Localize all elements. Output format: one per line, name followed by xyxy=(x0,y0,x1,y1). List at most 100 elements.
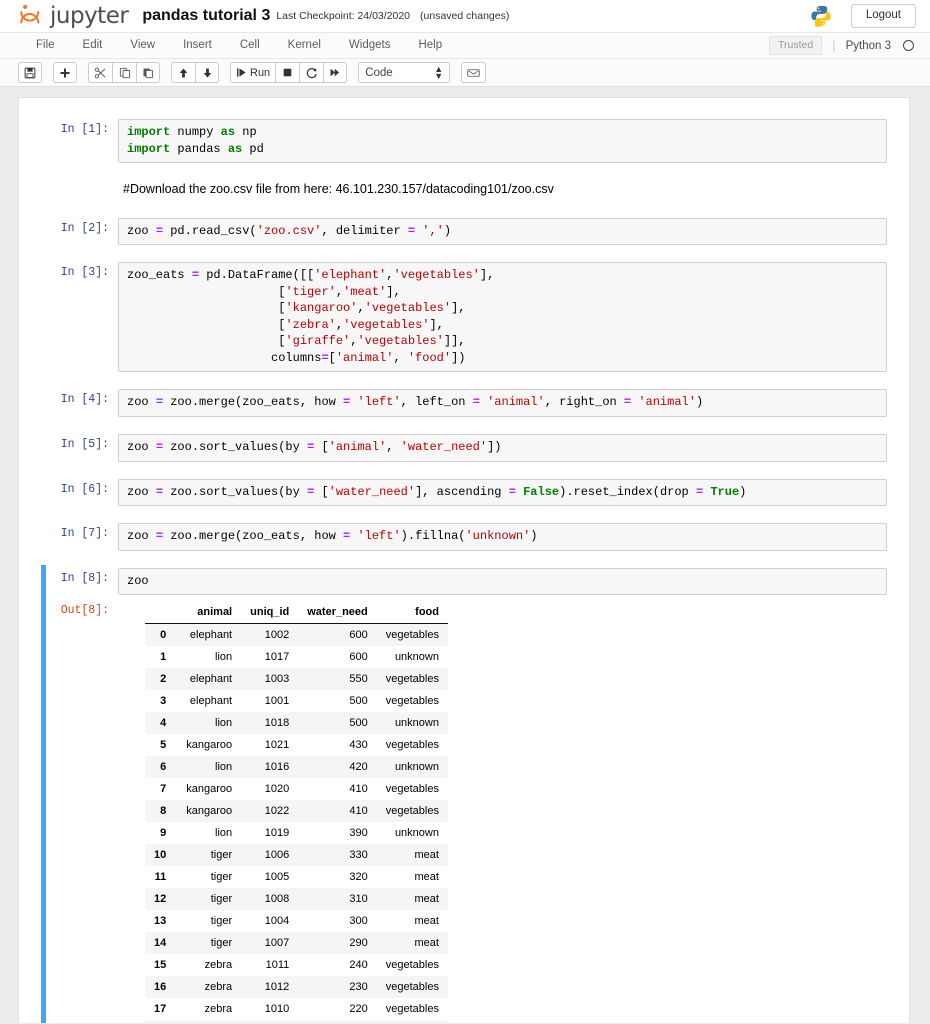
dataframe-col-food: food xyxy=(377,602,448,624)
table-row: 15zebra1011240vegetables xyxy=(145,954,448,976)
code-cell-6[interactable]: In [6]: zoo = zoo.sort_values(by = ['wat… xyxy=(41,476,887,510)
jupyter-logo-link[interactable]: jupyter xyxy=(18,3,128,29)
cell-water-need: 310 xyxy=(298,888,377,910)
cell-animal: lion xyxy=(177,712,241,734)
cell-type-select[interactable]: Code ▲▼ xyxy=(358,62,450,83)
cell-uniq-id: 1019 xyxy=(241,822,298,844)
interrupt-kernel-button[interactable] xyxy=(275,62,299,83)
output-body: animal uniq_id water_need food 0elephant… xyxy=(118,600,887,1023)
cell-food: meat xyxy=(377,910,448,932)
cell-water-need: 500 xyxy=(298,690,377,712)
cell-food: meat xyxy=(377,932,448,954)
cell-uniq-id: 1001 xyxy=(241,690,298,712)
code-cell-3[interactable]: In [3]: zoo_eats = pd.DataFrame([['eleph… xyxy=(41,259,887,375)
code-cell-5[interactable]: In [5]: zoo = zoo.sort_values(by = ['ani… xyxy=(41,431,887,465)
cell-food: vegetables xyxy=(377,624,448,647)
table-row: 14tiger1007290meat xyxy=(145,932,448,954)
table-row: 4lion1018500unknown xyxy=(145,712,448,734)
row-index: 12 xyxy=(145,888,177,910)
save-button[interactable] xyxy=(18,62,42,83)
code-cell-2[interactable]: In [2]: zoo = pd.read_csv('zoo.csv', del… xyxy=(41,215,887,249)
input-prompt-3: In [3]: xyxy=(46,262,118,279)
cell-water-need: 300 xyxy=(298,910,377,932)
cell-water-need: 600 xyxy=(298,624,377,647)
code-editor-3[interactable]: zoo_eats = pd.DataFrame([['elephant','ve… xyxy=(118,262,887,372)
code-editor-5[interactable]: zoo = zoo.sort_values(by = ['animal', 'w… xyxy=(118,434,887,462)
table-row: 3elephant1001500vegetables xyxy=(145,690,448,712)
row-index: 10 xyxy=(145,844,177,866)
notebook-toolbar: Run Code ▲▼ xyxy=(0,59,930,87)
menu-file[interactable]: File xyxy=(22,35,69,57)
row-index: 4 xyxy=(145,712,177,734)
kernel-idle-circle-icon[interactable] xyxy=(903,40,914,51)
code-editor-4[interactable]: zoo = zoo.merge(zoo_eats, how = 'left', … xyxy=(118,389,887,417)
menu-insert[interactable]: Insert xyxy=(169,35,226,57)
cell-water-need: 420 xyxy=(298,756,377,778)
move-cell-up-button[interactable] xyxy=(171,62,195,83)
app-header: jupyter pandas tutorial 3 Last Checkpoin… xyxy=(0,0,930,32)
code-cell-7[interactable]: In [7]: zoo = zoo.merge(zoo_eats, how = … xyxy=(41,520,887,554)
keyboard-icon xyxy=(467,68,480,78)
code-editor-8[interactable]: zoo xyxy=(118,568,887,596)
dataframe-col-animal: animal xyxy=(177,602,241,624)
cell-animal: tiger xyxy=(177,932,241,954)
menu-view[interactable]: View xyxy=(116,35,169,57)
markdown-text: #Download the zoo.csv file from here: 46… xyxy=(118,181,887,199)
code-cell-8[interactable]: In [8]: zoo xyxy=(41,565,887,599)
cell-uniq-id: 1022 xyxy=(241,800,298,822)
open-command-palette-button[interactable] xyxy=(461,62,486,83)
cell-food: vegetables xyxy=(377,668,448,690)
cell-uniq-id: 1006 xyxy=(241,844,298,866)
cell-water-need: 320 xyxy=(298,866,377,888)
menubar-status-group: Trusted | Python 3 xyxy=(769,36,920,55)
cell-water-need: 500 xyxy=(298,712,377,734)
notebook-title[interactable]: pandas tutorial 3 xyxy=(142,7,270,25)
cell-uniq-id: 1020 xyxy=(241,778,298,800)
last-checkpoint-label: Last Checkpoint: 24/03/2020 xyxy=(276,10,410,22)
logout-button[interactable]: Logout xyxy=(851,4,916,28)
trusted-badge[interactable]: Trusted xyxy=(769,36,822,55)
cut-cells-button[interactable] xyxy=(88,62,112,83)
fast-forward-icon xyxy=(329,67,341,78)
paste-cells-button[interactable] xyxy=(136,62,160,83)
code-text-8: zoo xyxy=(127,573,878,590)
code-text-5: zoo = zoo.sort_values(by = ['animal', 'w… xyxy=(127,439,878,456)
code-cell-4[interactable]: In [4]: zoo = zoo.merge(zoo_eats, how = … xyxy=(41,386,887,420)
cell-water-need: 240 xyxy=(298,954,377,976)
menu-help[interactable]: Help xyxy=(404,35,456,57)
row-index: 15 xyxy=(145,954,177,976)
move-cell-down-button[interactable] xyxy=(195,62,219,83)
cell-animal: elephant xyxy=(177,668,241,690)
input-prompt-5: In [5]: xyxy=(46,434,118,451)
cell-water-need: 290 xyxy=(298,932,377,954)
code-editor-2[interactable]: zoo = pd.read_csv('zoo.csv', delimiter =… xyxy=(118,218,887,246)
cell-animal: elephant xyxy=(177,624,241,647)
menu-edit[interactable]: Edit xyxy=(69,35,117,57)
table-row: 13tiger1004300meat xyxy=(145,910,448,932)
menu-widgets[interactable]: Widgets xyxy=(335,35,405,57)
row-index: 9 xyxy=(145,822,177,844)
menu-kernel[interactable]: Kernel xyxy=(274,35,335,57)
code-cell-1[interactable]: In [1]: import numpy as np import pandas… xyxy=(41,116,887,166)
markdown-cell-1[interactable]: #Download the zoo.csv file from here: 46… xyxy=(41,177,887,203)
cell-animal: zebra xyxy=(177,998,241,1020)
cell-water-need: 550 xyxy=(298,668,377,690)
code-editor-7[interactable]: zoo = zoo.merge(zoo_eats, how = 'left').… xyxy=(118,523,887,551)
code-text-1: import numpy as np import pandas as pd xyxy=(127,124,878,157)
header-right-group: Logout xyxy=(809,4,916,28)
code-editor-6[interactable]: zoo = zoo.sort_values(by = ['water_need'… xyxy=(118,479,887,507)
input-prompt-6: In [6]: xyxy=(46,479,118,496)
restart-kernel-button[interactable] xyxy=(299,62,323,83)
notebook-page-wrapper: In [1]: import numpy as np import pandas… xyxy=(0,87,930,1023)
code-editor-1[interactable]: import numpy as np import pandas as pd xyxy=(118,119,887,163)
row-index: 17 xyxy=(145,998,177,1020)
menu-cell[interactable]: Cell xyxy=(226,35,274,57)
dataframe-header-row: animal uniq_id water_need food xyxy=(145,602,448,624)
insert-cell-below-button[interactable] xyxy=(53,62,77,83)
scissors-icon xyxy=(94,67,107,79)
restart-run-all-button[interactable] xyxy=(323,62,347,83)
cell-animal: tiger xyxy=(177,844,241,866)
toolbar-group-move xyxy=(171,62,219,83)
run-button[interactable]: Run xyxy=(230,62,275,83)
copy-cells-button[interactable] xyxy=(112,62,136,83)
